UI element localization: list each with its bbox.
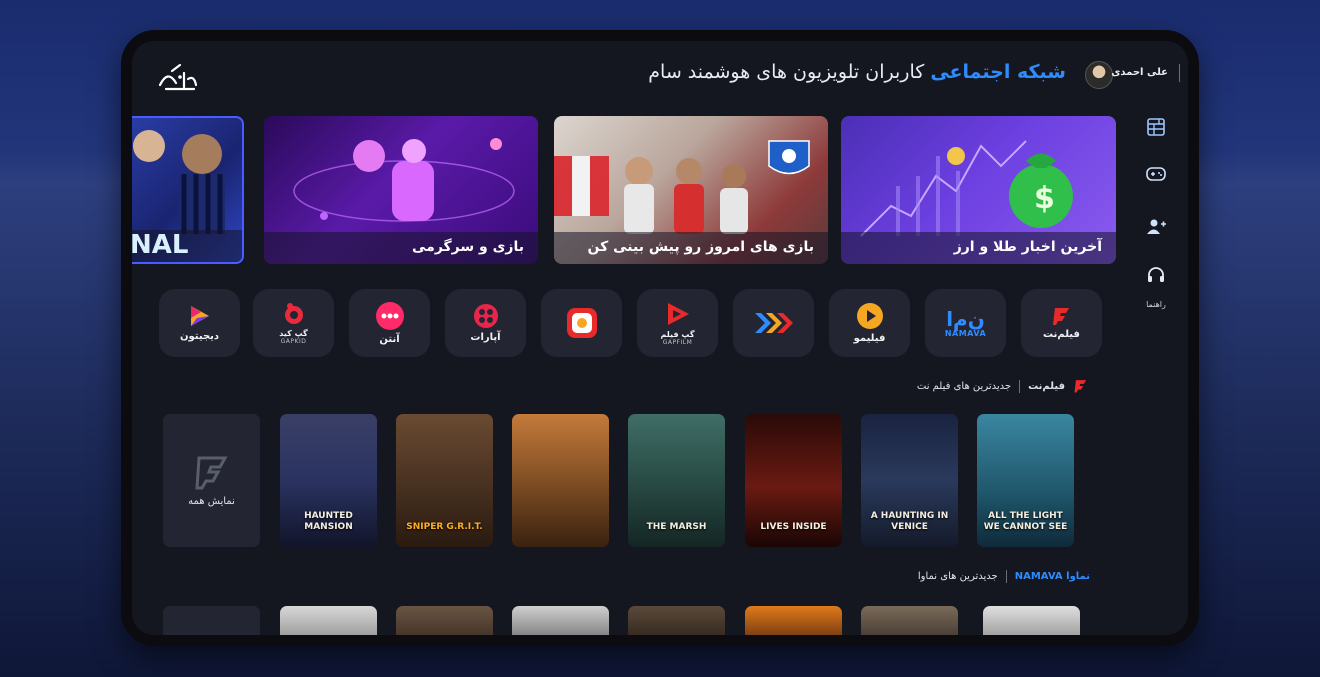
show-all-button[interactable]: نمایش همه <box>163 414 260 547</box>
banner-sport-predict[interactable]: بازی های امروز رو پیش بینی کن <box>554 116 828 264</box>
app-gapkid[interactable]: گپ کید GAPKID <box>253 289 334 357</box>
sidebar-item-label: راهنما <box>1146 300 1166 309</box>
movie-poster[interactable]: HAUNTED MANSION <box>280 414 377 547</box>
tv-screen: شبکه اجتماعی کاربران تلویزیون های هوشمند… <box>132 41 1188 635</box>
banner-gold-news[interactable]: $ آخرین اخبار طلا و ارز <box>841 116 1116 264</box>
show-all-label: نمایش همه <box>188 496 235 507</box>
movie-poster[interactable] <box>983 606 1080 635</box>
section-brand: فیلم‌نت <box>1028 380 1065 392</box>
poster-title <box>557 533 565 547</box>
aparat-logo-icon <box>473 304 498 328</box>
sam-logo <box>154 61 202 97</box>
app-anten[interactable]: آنتن <box>349 289 430 357</box>
app-name: آپارات <box>470 332 501 343</box>
filmnet-logo-icon <box>1074 380 1087 393</box>
movie-poster[interactable] <box>861 606 958 635</box>
show-all-button[interactable] <box>163 606 260 635</box>
section-title: جدیدترین های نماوا <box>917 571 998 582</box>
poster-title: HAUNTED MANSION <box>304 510 353 532</box>
app-filmnet[interactable]: فیلم‌نت <box>1021 289 1102 357</box>
section-divider <box>1019 379 1021 393</box>
title-accent: شبکه اجتماعی <box>930 61 1066 83</box>
anten-logo-icon <box>375 302 404 330</box>
section-title: جدیدترین های فیلم نت <box>916 380 1012 392</box>
movie-poster[interactable] <box>512 606 609 635</box>
poster-title: THE MARSH <box>646 521 707 532</box>
gapkid-logo-icon <box>284 302 303 324</box>
app-namava[interactable]: ن‌م‌ا NAMAVA <box>925 289 1006 357</box>
movie-poster[interactable]: SNIPER G.R.I.T. <box>396 414 493 547</box>
app-sub: NAMAVA <box>944 328 987 338</box>
add-user-icon <box>1147 219 1166 234</box>
movie-poster[interactable]: ALL THE LIGHT WE CANNOT SEE <box>977 414 1074 547</box>
movie-poster[interactable] <box>512 414 609 547</box>
sidebar-item-grid[interactable] <box>1142 113 1170 141</box>
sidebar-item-help[interactable] <box>1142 261 1170 289</box>
poster-title: LIVES INSIDE <box>760 521 827 532</box>
app-name: آنتن <box>379 334 400 345</box>
headset-icon <box>1148 267 1164 282</box>
poster-title: ALL THE LIGHT WE CANNOT SEE <box>983 510 1068 532</box>
gapfilm-logo-icon <box>667 302 689 325</box>
app-name: دیجیتون <box>179 331 220 342</box>
movie-poster[interactable]: LIVES INSIDE <box>745 414 842 547</box>
banner-caption: بازی های امروز رو پیش بینی کن <box>554 232 828 264</box>
banner-caption: بازی و سرگرمی <box>264 232 538 264</box>
app-filimo[interactable]: فیلیمو <box>829 289 910 357</box>
app-name: فیلیمو <box>853 333 886 344</box>
namava-logo-icon: ن‌م‌ا <box>946 306 985 331</box>
movie-poster[interactable] <box>280 606 377 635</box>
filmnet-logo-icon <box>1052 308 1069 325</box>
app-name: فیلم‌نت <box>1043 329 1080 340</box>
filimo-logo-icon <box>856 303 883 329</box>
camera-logo-icon <box>566 308 597 338</box>
gamepad-icon <box>1146 167 1166 181</box>
section-header-filmnet: فیلم‌نت جدیدترین های فیلم نت <box>917 378 1089 394</box>
banner-football[interactable]: NAL <box>132 116 244 264</box>
sidebar-item-games[interactable] <box>1142 160 1170 188</box>
sidebar-item-add-user[interactable] <box>1142 213 1170 241</box>
poster-title: SNIPER G.R.I.T. <box>406 521 483 532</box>
movie-poster[interactable] <box>745 606 842 635</box>
app-name: گپ کید <box>279 328 308 338</box>
digitoon-logo-icon <box>190 306 209 326</box>
app-arrows[interactable] <box>733 289 814 357</box>
app-sub: GAPFILM <box>662 338 693 346</box>
header-divider <box>1179 64 1180 82</box>
svg-text:$: $ <box>1034 181 1055 216</box>
avatar[interactable] <box>1085 61 1113 89</box>
section-brand: نماوا NAMAVA <box>1014 571 1090 582</box>
movie-poster[interactable] <box>628 606 725 635</box>
section-divider <box>1005 570 1007 583</box>
triple-arrow-logo-icon <box>754 313 793 333</box>
movie-poster[interactable]: THE MARSH <box>628 414 725 547</box>
banner-caption: NAL <box>132 230 242 262</box>
section-header-namava: نماوا NAMAVA جدیدترین های نماوا <box>918 570 1090 583</box>
app-digitoon[interactable]: دیجیتون <box>159 289 240 357</box>
banner-caption: آخرین اخبار طلا و ارز <box>841 232 1116 264</box>
movie-poster[interactable]: A HAUNTING IN VENICE <box>861 414 958 547</box>
username[interactable]: علی احمدی <box>1111 67 1168 78</box>
page-title: شبکه اجتماعی کاربران تلویزیون های هوشمند… <box>648 61 1066 83</box>
filmnet-outline-icon <box>194 456 228 490</box>
banner-games[interactable]: بازی و سرگرمی <box>264 116 538 264</box>
title-rest: کاربران تلویزیون های هوشمند سام <box>648 61 925 83</box>
app-camera[interactable] <box>541 289 622 357</box>
app-sub: GAPKID <box>280 337 307 345</box>
app-aparat[interactable]: آپارات <box>445 289 526 357</box>
poster-title: A HAUNTING IN VENICE <box>870 510 949 532</box>
movie-poster[interactable] <box>396 606 493 635</box>
app-name: گپ فیلم <box>660 329 695 339</box>
app-gapfilm[interactable]: گپ فیلم GAPFILM <box>637 289 718 357</box>
grid-icon <box>1147 118 1165 136</box>
